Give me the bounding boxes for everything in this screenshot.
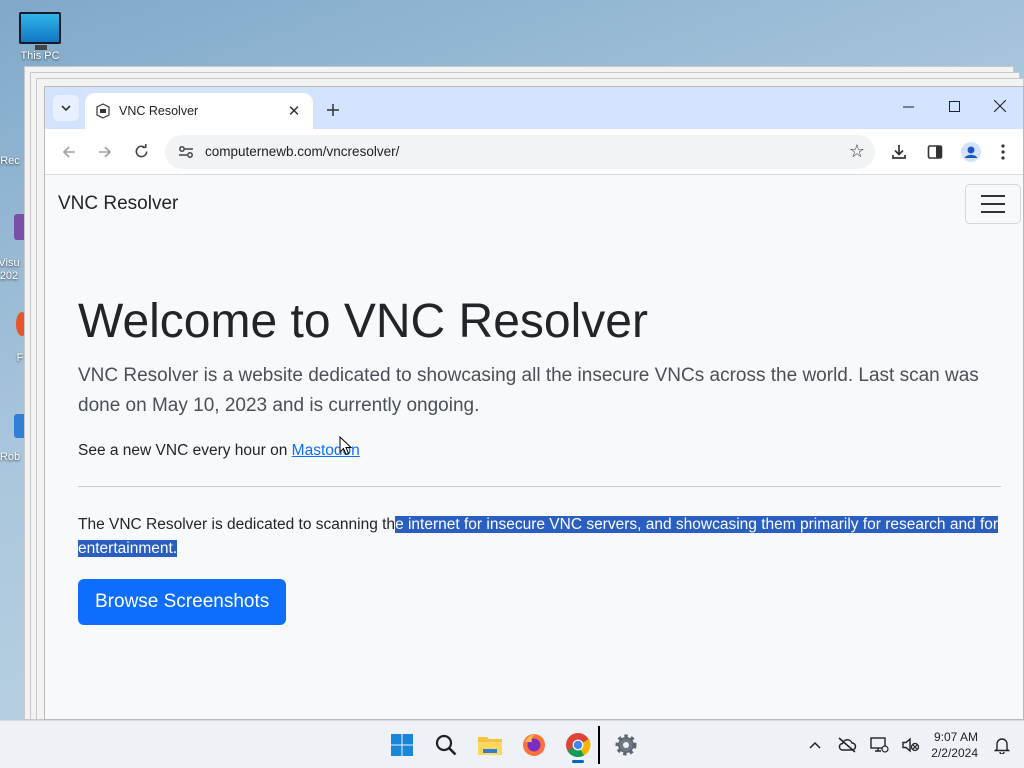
gear-icon <box>615 734 637 756</box>
taskbar-text-cursor <box>598 726 600 764</box>
clock-date: 2/2/2024 <box>931 746 978 760</box>
vnc-favicon-icon <box>95 103 111 119</box>
taskbar: 9:07 AM 2/2/2024 <box>0 720 1024 768</box>
minimize-icon <box>902 106 914 107</box>
browse-screenshots-button[interactable]: Browse Screenshots <box>78 578 287 625</box>
chevron-up-icon <box>809 741 821 749</box>
search-icon <box>435 734 457 756</box>
close-icon[interactable]: ✕ <box>285 102 303 120</box>
window-controls <box>885 87 1023 125</box>
bell-icon <box>994 738 1010 754</box>
address-url[interactable]: computernewb.com/vncresolver/ <box>205 144 849 159</box>
show-hidden-icons-button[interactable] <box>799 729 831 761</box>
close-window-button[interactable] <box>977 87 1023 125</box>
tab-title: VNC Resolver <box>119 104 199 118</box>
tab-vnc-resolver[interactable]: VNC Resolver ✕ <box>85 93 313 129</box>
cloud-off-icon <box>838 737 857 753</box>
reload-icon <box>135 144 147 158</box>
hamburger-line <box>981 203 1005 205</box>
settings-button[interactable] <box>608 727 644 763</box>
plus-icon <box>327 104 339 116</box>
mouse-cursor-icon <box>339 436 353 456</box>
desktop-icon-this-pc[interactable]: This PC <box>8 12 72 62</box>
speaker-muted-icon <box>902 737 920 753</box>
star-icon[interactable]: ☆ <box>849 141 865 162</box>
forward-button[interactable] <box>87 134 123 170</box>
maximize-icon <box>948 100 960 112</box>
site-info-icon[interactable] <box>175 145 197 159</box>
arrow-right-icon <box>99 145 112 158</box>
taskbar-clock[interactable]: 9:07 AM 2/2/2024 <box>931 729 978 761</box>
firefox-icon <box>523 734 545 756</box>
side-panel-icon <box>927 144 943 159</box>
description-unselected: The VNC Resolver is dedicated to scannin… <box>78 515 396 533</box>
downloads-button[interactable] <box>881 134 917 170</box>
onedrive-button[interactable] <box>831 729 863 761</box>
page-content: Welcome to VNC Resolver VNC Resolver is … <box>45 293 1023 625</box>
side-panel-button[interactable] <box>917 134 953 170</box>
tab-strip: VNC Resolver ✕ <box>45 87 1023 129</box>
new-tab-button[interactable] <box>319 96 347 124</box>
browser-menu-button[interactable] <box>989 134 1017 170</box>
profile-button[interactable] <box>953 134 989 170</box>
address-bar[interactable]: computernewb.com/vncresolver/ ☆ <box>165 134 875 169</box>
system-tray: 9:07 AM 2/2/2024 <box>799 721 1024 768</box>
hamburger-menu-icon <box>981 195 1005 197</box>
hamburger-line <box>981 211 1005 213</box>
browser-window: VNC Resolver ✕ computernewb.com/vncresol… <box>44 86 1024 720</box>
firefox-button[interactable] <box>516 727 552 763</box>
volume-button[interactable] <box>895 729 927 761</box>
reload-button[interactable] <box>123 134 159 170</box>
network-icon <box>870 737 889 753</box>
site-navbar: VNC Resolver <box>45 175 1023 233</box>
chevron-down-icon <box>61 105 71 111</box>
chrome-button[interactable] <box>560 727 596 763</box>
nav-toggle-button[interactable] <box>965 184 1021 224</box>
network-button[interactable] <box>863 729 895 761</box>
notifications-button[interactable] <box>986 729 1018 761</box>
lead-text: VNC Resolver is a website dedicated to s… <box>78 364 979 416</box>
desktop-icon-label: This PC <box>20 50 60 62</box>
arrow-left-icon <box>62 145 75 158</box>
start-button[interactable] <box>384 727 420 763</box>
taskbar-apps <box>384 721 644 768</box>
page-title: Welcome to VNC Resolver <box>78 295 648 348</box>
browser-toolbar: computernewb.com/vncresolver/ ☆ <box>45 129 1023 175</box>
folder-icon <box>478 737 502 755</box>
site-brand[interactable]: VNC Resolver <box>58 193 178 215</box>
mastodon-prefix: See a new VNC every hour on <box>78 441 292 459</box>
search-button[interactable] <box>428 727 464 763</box>
web-page: VNC Resolver Welcome to VNC Resolver VNC… <box>45 175 1023 719</box>
close-icon <box>994 100 1006 112</box>
back-button[interactable] <box>51 134 87 170</box>
download-icon <box>892 144 906 159</box>
minimize-button[interactable] <box>885 87 931 125</box>
tab-search-button[interactable] <box>53 95 79 121</box>
file-explorer-button[interactable] <box>472 727 508 763</box>
maximize-button[interactable] <box>931 87 977 125</box>
chrome-icon <box>566 733 591 758</box>
more-vertical-icon <box>1001 143 1005 160</box>
divider <box>78 485 1001 487</box>
windows-logo-icon <box>391 734 413 756</box>
description-text: The VNC Resolver is dedicated to scannin… <box>78 513 1001 561</box>
mastodon-line: See a new VNC every hour on Mastodon <box>78 442 1001 460</box>
clock-time: 9:07 AM <box>933 730 978 744</box>
monitor-icon <box>19 12 61 50</box>
profile-avatar-icon <box>961 141 981 162</box>
